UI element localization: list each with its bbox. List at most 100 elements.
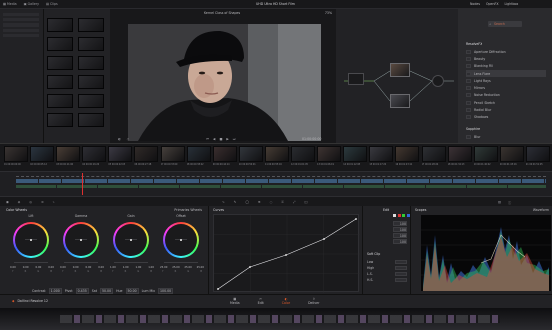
- color-wheel-lift[interactable]: Lift 0.00 0.00 0.00 0.00 Y R G B: [8, 214, 54, 286]
- wheel-value[interactable]: 25.00: [172, 266, 179, 269]
- curve-value[interactable]: 100: [393, 239, 407, 244]
- still-thumbnail[interactable]: [78, 37, 104, 51]
- wheel-puck[interactable]: [130, 239, 132, 241]
- timeline-clip[interactable]: 10 00:00:50:01: [238, 146, 263, 169]
- still-thumbnail[interactable]: [47, 75, 73, 89]
- fx-item[interactable]: Blanking Fill: [466, 63, 546, 70]
- timeline-clip[interactable]: 07 00:00:33:09: [160, 146, 185, 169]
- still-thumbnail[interactable]: [78, 56, 104, 70]
- skip-back-icon[interactable]: ⏮: [206, 137, 209, 141]
- timeline-clip[interactable]: 13 00:01:06:19: [317, 146, 342, 169]
- node[interactable]: [390, 94, 410, 108]
- fx-item[interactable]: Noise Reduction: [466, 92, 546, 99]
- wheel-value[interactable]: 0.00: [23, 266, 29, 269]
- wheel-puck[interactable]: [80, 239, 82, 241]
- openfx-button[interactable]: OpenFX: [486, 2, 499, 6]
- soft-clip-high[interactable]: [395, 266, 407, 270]
- camera-raw-icon[interactable]: ◉: [6, 200, 9, 204]
- wheel-value[interactable]: 0.00: [35, 266, 41, 269]
- playhead[interactable]: [82, 173, 83, 195]
- soft-clip-ls[interactable]: [395, 272, 407, 276]
- album-item[interactable]: [3, 13, 39, 17]
- curve-point[interactable]: [355, 218, 357, 220]
- still-thumbnail[interactable]: [78, 113, 104, 127]
- timeline-clip[interactable]: 17 00:01:28:24: [421, 146, 446, 169]
- timeline-clip[interactable]: 05 00:00:22:03: [108, 146, 133, 169]
- info-icon[interactable]: ⓘ: [508, 200, 511, 205]
- timeline-clip[interactable]: 21 00:01:51:05: [525, 146, 550, 169]
- wheel-puck[interactable]: [30, 239, 32, 241]
- fx-item[interactable]: Aperture Diffraction: [466, 48, 546, 55]
- wheel-value[interactable]: 25.00: [184, 266, 191, 269]
- highlight-icon[interactable]: ◇: [127, 137, 129, 141]
- page-tab-deliver[interactable]: ⇪ Deliver: [308, 297, 319, 305]
- timeline-clip[interactable]: 16 00:01:23:11: [395, 146, 420, 169]
- mini-timeline[interactable]: [0, 171, 552, 196]
- still-thumbnail[interactable]: [47, 56, 73, 70]
- wheel-value[interactable]: 0.00: [60, 266, 66, 269]
- fx-item[interactable]: Blur: [466, 133, 546, 140]
- wheel-value[interactable]: 1.00: [110, 266, 116, 269]
- timeline-clip[interactable]: 15 00:01:17:22: [369, 146, 394, 169]
- curve-point[interactable]: [285, 254, 287, 256]
- curves-icon[interactable]: ∿: [222, 200, 225, 204]
- soft-clip-low[interactable]: [395, 260, 407, 264]
- nodes-button[interactable]: Nodes: [470, 2, 480, 6]
- wheel-value[interactable]: 0.00: [10, 266, 16, 269]
- play-reverse-icon[interactable]: ◀: [213, 137, 215, 141]
- wheel-value[interactable]: 0.00: [98, 266, 104, 269]
- page-tab-edit[interactable]: ✂ Edit: [258, 297, 264, 305]
- still-thumbnail[interactable]: [78, 18, 104, 32]
- timeline-clip[interactable]: 06 00:00:27:18: [134, 146, 159, 169]
- master-slider[interactable]: [114, 262, 148, 264]
- still-thumbnail[interactable]: [78, 94, 104, 108]
- wheel-value[interactable]: 0.00: [48, 266, 54, 269]
- channel-r-swatch[interactable]: [397, 214, 401, 217]
- curve-graph[interactable]: [213, 214, 360, 293]
- wheel-puck[interactable]: [180, 239, 182, 241]
- album-item[interactable]: [3, 23, 39, 27]
- wheel-value[interactable]: 0.00: [85, 266, 91, 269]
- curve-point[interactable]: [249, 266, 251, 268]
- still-thumbnail[interactable]: [47, 94, 73, 108]
- skip-forward-icon[interactable]: ⏭: [233, 137, 236, 141]
- zoom-level[interactable]: 73%: [325, 11, 332, 15]
- timeline-clip[interactable]: 04 00:00:16:20: [82, 146, 107, 169]
- timeline-clip[interactable]: 03 00:00:11:06: [56, 146, 81, 169]
- timeline-clip[interactable]: 14 00:01:12:08: [343, 146, 368, 169]
- fx-item[interactable]: Mirrors: [466, 84, 546, 91]
- sizing-icon[interactable]: ⤢: [293, 200, 296, 204]
- still-thumbnail[interactable]: [78, 75, 104, 89]
- timeline-clip[interactable]: 18 00:01:34:13: [447, 146, 472, 169]
- still-thumbnail[interactable]: [47, 113, 73, 127]
- album-item[interactable]: [3, 33, 39, 37]
- curve-value[interactable]: 100: [393, 233, 407, 238]
- media-pool-button[interactable]: ▦ Media: [3, 2, 17, 6]
- motion-icon[interactable]: ⌁: [53, 200, 55, 204]
- clips-button[interactable]: ▤ Clips: [46, 2, 58, 6]
- node[interactable]: [390, 63, 410, 77]
- gallery-button[interactable]: ▣ Gallery: [24, 2, 39, 6]
- wipe-icon[interactable]: ◐: [118, 137, 121, 141]
- stereo-icon[interactable]: ◫: [304, 200, 307, 204]
- page-tab-media[interactable]: ▦ Media: [230, 297, 240, 305]
- key-icon[interactable]: ⚿: [281, 200, 283, 204]
- stop-icon[interactable]: ■: [219, 137, 222, 141]
- rgb-mixer-icon[interactable]: ≡: [41, 200, 44, 204]
- tracker-icon[interactable]: ⊕: [258, 200, 261, 204]
- timeline-clip[interactable]: 09 00:00:44:14: [212, 146, 237, 169]
- fx-item[interactable]: Beauty: [466, 55, 546, 62]
- color-match-icon[interactable]: ◈: [18, 200, 20, 204]
- timeline-clip[interactable]: 02 00:00:05:12: [30, 146, 55, 169]
- curve-value[interactable]: 100: [393, 227, 407, 232]
- fx-item[interactable]: Light Rays: [466, 77, 546, 84]
- search-field[interactable]: ⌕ Search: [488, 21, 522, 27]
- wheel-value[interactable]: 0.00: [73, 266, 79, 269]
- color-wheel-gain[interactable]: Gain 1.00 1.00 1.00 1.00 Y R G B: [108, 214, 154, 286]
- page-tab-color[interactable]: ◐ Color: [282, 297, 290, 305]
- album-item[interactable]: [3, 18, 39, 22]
- channel-g-swatch[interactable]: [402, 214, 405, 217]
- wheel-value[interactable]: 1.00: [123, 266, 129, 269]
- timeline-clip[interactable]: 20 00:01:45:16: [499, 146, 524, 169]
- scopes-icon[interactable]: ▥: [498, 200, 501, 204]
